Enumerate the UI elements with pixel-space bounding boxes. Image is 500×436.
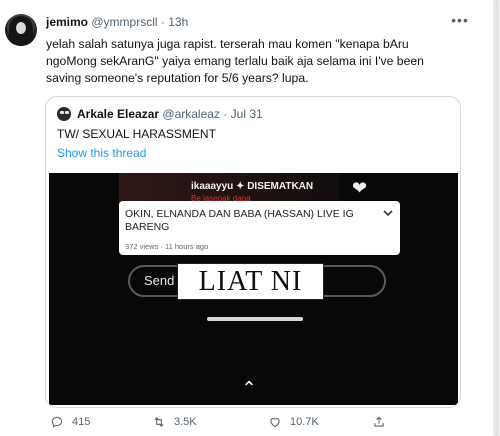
quoted-header: Arkale Eleazar @arkaleaz · Jul 31 xyxy=(77,107,263,121)
pinned-card-meta: 372 views · 11 hours ago xyxy=(125,242,209,251)
pinned-label: ✦ DISEMATKAN xyxy=(236,181,314,192)
heart-outline-icon xyxy=(270,418,280,428)
more-dots-icon[interactable]: ••• xyxy=(449,13,471,31)
home-indicator xyxy=(207,317,303,321)
retweet-icon xyxy=(154,417,164,427)
quoted-author-name: Arkale Eleazar xyxy=(77,107,160,121)
pinned-video-card: OKIN, ELNANDA DAN BABA (HASSAN) LIVE IG … xyxy=(119,201,400,255)
like-button[interactable]: 10.7K xyxy=(268,412,319,432)
share-button[interactable] xyxy=(372,412,386,432)
chevron-up-icon: ⌃ xyxy=(241,378,257,398)
quoted-tweet[interactable]: Arkale Eleazar @arkaleaz · Jul 31 TW/ SE… xyxy=(45,96,461,408)
pinned-header: ikaaayyu ✦ DISEMATKAN xyxy=(191,181,313,192)
video-media[interactable]: ikaaayyu ✦ DISEMATKAN Be jasepak dapa ❤ … xyxy=(49,173,458,405)
header-separator: · xyxy=(160,15,165,29)
avatar-face xyxy=(16,22,26,34)
chevron-down-icon xyxy=(382,207,394,219)
pinned-user: ikaaayyu xyxy=(191,181,234,192)
tweet-time[interactable]: 13h xyxy=(168,15,188,29)
pinned-card-title: OKIN, ELNANDA DAN BABA (HASSAN) LIVE IG … xyxy=(125,208,354,233)
overlay-caption: LIAT NI xyxy=(177,263,324,300)
author-avatar[interactable] xyxy=(5,14,37,46)
scrollbar-thumb[interactable] xyxy=(494,0,499,436)
tweet-header: jemimo @ymmprscll · 13h xyxy=(46,15,188,29)
quoted-separator: · xyxy=(223,107,228,121)
quoted-text: TW/ SEXUAL HARASSMENT xyxy=(57,127,216,141)
quoted-author-avatar xyxy=(57,107,71,121)
reply-count: 415 xyxy=(72,416,91,428)
tweet-text: yelah salah satunya juga rapist. tersera… xyxy=(46,37,424,85)
tweet[interactable]: jemimo @ymmprscll · 13h ••• yelah salah … xyxy=(0,0,500,436)
heart-icon: ❤ xyxy=(352,178,368,198)
scrollbar[interactable] xyxy=(493,0,500,436)
author-handle[interactable]: @ymmprscll xyxy=(91,15,157,29)
reply-icon xyxy=(51,416,63,428)
author-name[interactable]: jemimo xyxy=(46,15,88,29)
avatar-eye-left xyxy=(60,111,64,114)
like-count: 10.7K xyxy=(290,416,319,428)
retweet-count: 3.5K xyxy=(174,416,197,428)
reply-button[interactable]: 415 xyxy=(50,412,90,432)
avatar-eye-right xyxy=(65,111,69,114)
tweet-actions: 415 3.5K 10.7K xyxy=(0,412,500,432)
show-thread-link[interactable]: Show this thread xyxy=(57,146,146,160)
quoted-author-handle: @arkaleaz xyxy=(162,107,220,121)
share-icon xyxy=(374,416,384,427)
quoted-date: Jul 31 xyxy=(230,107,263,121)
retweet-button[interactable]: 3.5K xyxy=(152,412,197,432)
